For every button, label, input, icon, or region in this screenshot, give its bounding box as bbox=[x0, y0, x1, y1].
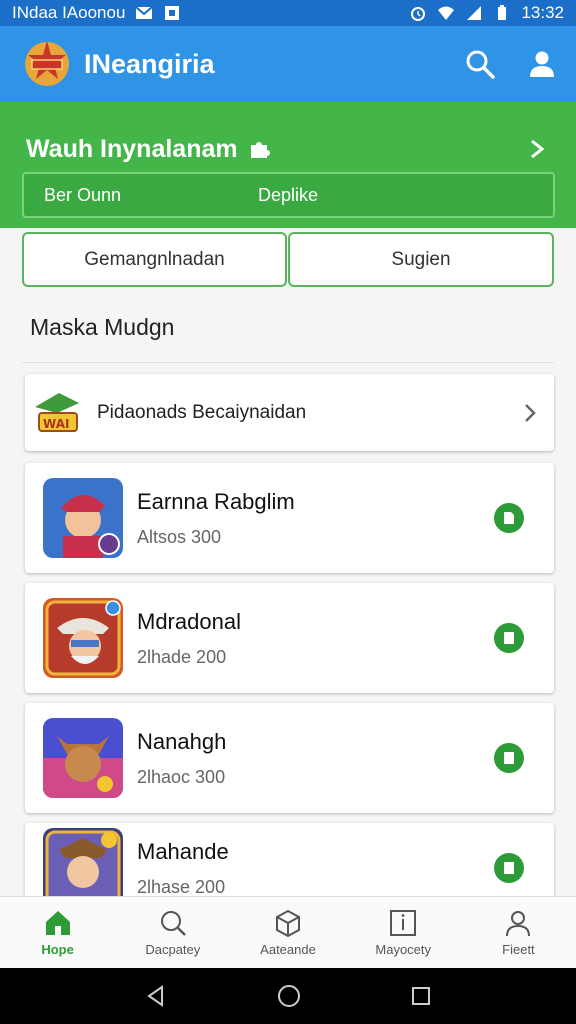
wifi-icon bbox=[438, 6, 455, 20]
nav-item-info[interactable]: Mayocety bbox=[346, 897, 461, 968]
image-icon bbox=[165, 6, 180, 20]
game-name: Earnna Rabglim bbox=[137, 488, 295, 514]
search-icon bbox=[160, 911, 186, 936]
nav-item-home[interactable]: Hope bbox=[0, 897, 115, 968]
bottom-navigation: Hope Dacpatey Aateande Mayocety Fieett bbox=[0, 896, 576, 968]
game-list-item[interactable]: Nanahgh 2lhaoc 300 bbox=[25, 703, 554, 813]
game-subtitle: 2lhaoc 300 bbox=[137, 766, 226, 787]
system-navigation-bar bbox=[0, 968, 576, 1024]
chevron-right-icon[interactable] bbox=[528, 138, 546, 160]
app-title: INeangiria bbox=[84, 48, 215, 79]
download-icon bbox=[504, 752, 514, 764]
status-left-text: INdaa IAoonou bbox=[12, 3, 126, 22]
game-name: Mdradonal bbox=[137, 608, 241, 634]
svg-text:WAI: WAI bbox=[43, 417, 69, 431]
battery-icon bbox=[498, 5, 507, 20]
segment-tab-right[interactable]: Sugien bbox=[288, 232, 554, 287]
chip-right-label: Deplike bbox=[258, 184, 319, 205]
game-thumbnail bbox=[43, 718, 123, 798]
nav-label: Mayocety bbox=[375, 942, 432, 957]
alarm-icon bbox=[411, 7, 426, 21]
banner-title: Wauh Inynalanam bbox=[26, 135, 270, 164]
featured-banner[interactable]: Wauh Inynalanam Ber Ounn Deplike bbox=[0, 102, 576, 228]
profile-icon bbox=[506, 911, 531, 937]
nav-item-library[interactable]: Aateande bbox=[230, 897, 345, 968]
chevron-right-icon[interactable] bbox=[522, 402, 538, 424]
nav-label: Fieett bbox=[502, 942, 535, 957]
box-icon bbox=[276, 909, 300, 938]
app-logo bbox=[25, 41, 69, 86]
segment-tab-left[interactable]: Gemangnlnadan bbox=[22, 232, 287, 287]
download-button[interactable] bbox=[494, 623, 524, 653]
app-bar: INeangiria bbox=[0, 26, 576, 102]
home-icon bbox=[45, 911, 70, 935]
nav-label: Hope bbox=[41, 942, 74, 957]
nav-item-discover[interactable]: Dacpatey bbox=[115, 897, 230, 968]
nav-item-profile[interactable]: Fieett bbox=[461, 897, 576, 968]
home-button-icon[interactable] bbox=[276, 983, 302, 1009]
game-thumbnail bbox=[43, 478, 123, 558]
game-subtitle: Altsos 300 bbox=[137, 526, 222, 547]
section-title: Maska Mudgn bbox=[30, 314, 175, 340]
game-name: Mahande bbox=[137, 838, 229, 864]
download-icon bbox=[504, 632, 514, 644]
status-time: 13:32 bbox=[521, 3, 564, 22]
account-icon[interactable] bbox=[528, 49, 556, 79]
promo-label: Pidaonads Becaiynaidan bbox=[97, 401, 307, 423]
promo-card[interactable]: WAI Pidaonads Becaiynaidan bbox=[25, 374, 554, 451]
nav-label: Aateande bbox=[260, 942, 316, 957]
recents-icon[interactable] bbox=[410, 985, 432, 1007]
promo-game-icon: WAI bbox=[35, 392, 79, 432]
info-icon bbox=[390, 910, 417, 936]
download-button[interactable] bbox=[494, 853, 524, 883]
game-list-item[interactable]: Mdradonal 2lhade 200 bbox=[25, 583, 554, 693]
download-icon bbox=[504, 512, 514, 524]
email-icon bbox=[135, 6, 154, 19]
download-button[interactable] bbox=[494, 503, 524, 533]
nav-label: Dacpatey bbox=[145, 942, 201, 957]
back-icon[interactable] bbox=[144, 984, 168, 1008]
game-list-item[interactable]: Earnna Rabglim Altsos 300 bbox=[25, 463, 554, 573]
game-name: Nanahgh bbox=[137, 728, 227, 754]
download-icon bbox=[504, 862, 514, 874]
download-button[interactable] bbox=[494, 743, 524, 773]
section-divider bbox=[22, 362, 554, 363]
status-bar: INdaa IAoonou 13:32 bbox=[0, 0, 576, 26]
search-icon[interactable] bbox=[464, 48, 496, 80]
puzzle-icon bbox=[250, 142, 270, 158]
banner-chip[interactable]: Ber Ounn Deplike bbox=[22, 172, 555, 218]
game-thumbnail bbox=[43, 598, 123, 678]
game-subtitle: 2lhade 200 bbox=[137, 646, 227, 667]
chip-left-label: Ber Ounn bbox=[44, 184, 122, 205]
game-subtitle: 2lhase 200 bbox=[137, 876, 226, 897]
signal-icon bbox=[467, 6, 482, 20]
